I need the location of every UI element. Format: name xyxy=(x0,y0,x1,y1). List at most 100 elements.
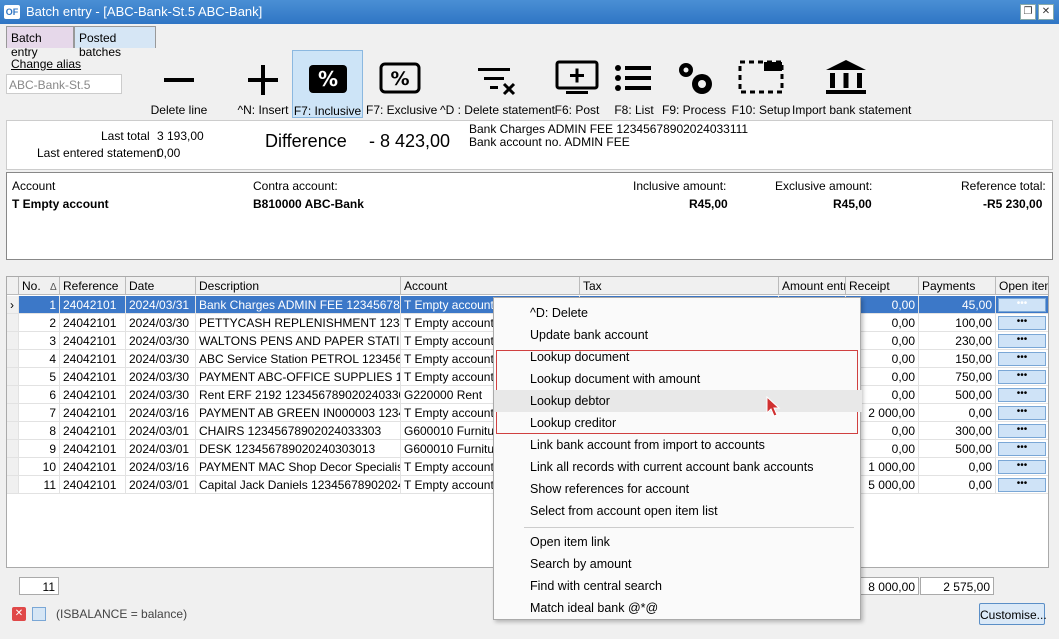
table-cell[interactable]: 10 xyxy=(19,458,60,476)
menu-item[interactable]: Link all records with current account ba… xyxy=(494,456,862,478)
table-cell[interactable]: PAYMENT AB GREEN IN000003 123456 xyxy=(196,404,401,422)
table-cell[interactable]: 100,00 xyxy=(919,314,996,332)
table-cell[interactable]: 24042101 xyxy=(60,350,126,368)
table-cell[interactable]: 24042101 xyxy=(60,476,126,494)
menu-item[interactable]: Link bank account from import to account… xyxy=(494,434,862,456)
col-date[interactable]: Date xyxy=(126,277,196,295)
table-cell[interactable]: 2024/03/01 xyxy=(126,476,196,494)
col-payments[interactable]: Payments xyxy=(919,277,996,295)
table-cell[interactable]: 2024/03/16 xyxy=(126,458,196,476)
menu-item[interactable]: Open item link xyxy=(494,531,862,553)
table-cell[interactable]: 2024/03/16 xyxy=(126,404,196,422)
alias-field[interactable]: ABC-Bank-St.5 xyxy=(6,74,122,94)
col-account[interactable]: Account xyxy=(401,277,580,295)
table-cell[interactable]: 150,00 xyxy=(919,350,996,368)
table-cell[interactable]: 9 xyxy=(19,440,60,458)
table-cell[interactable]: 750,00 xyxy=(919,368,996,386)
col-open-item[interactable]: Open item xyxy=(996,277,1048,295)
import-bank-statement-button[interactable]: Import bank statement xyxy=(792,50,911,118)
table-cell[interactable]: 4 xyxy=(19,350,60,368)
table-cell[interactable]: 24042101 xyxy=(60,314,126,332)
table-cell[interactable]: 500,00 xyxy=(919,386,996,404)
table-cell[interactable]: 24042101 xyxy=(60,404,126,422)
delete-statement-button[interactable]: ^D : Delete statement xyxy=(440,50,555,118)
table-cell[interactable]: 2024/03/30 xyxy=(126,314,196,332)
open-item-button[interactable]: ••• xyxy=(998,460,1046,474)
inclusive-button[interactable]: % F7: Inclusive xyxy=(292,50,363,118)
list-button[interactable]: F8: List xyxy=(608,50,660,118)
table-cell[interactable]: 24042101 xyxy=(60,332,126,350)
table-cell[interactable]: PAYMENT ABC-OFFICE SUPPLIES 1234! xyxy=(196,368,401,386)
open-item-button[interactable]: ••• xyxy=(998,478,1046,492)
table-cell[interactable]: 7 xyxy=(19,404,60,422)
table-cell[interactable]: 24042101 xyxy=(60,386,126,404)
menu-item[interactable]: ^D: Delete xyxy=(494,302,862,324)
tab-posted-batches[interactable]: Posted batches xyxy=(74,26,156,59)
table-cell[interactable]: 500,00 xyxy=(919,440,996,458)
open-item-button[interactable]: ••• xyxy=(998,334,1046,348)
table-cell[interactable]: 24042101 xyxy=(60,296,126,314)
process-button[interactable]: F9: Process xyxy=(662,50,726,118)
menu-item[interactable]: Update bank account xyxy=(494,324,862,346)
open-item-button[interactable]: ••• xyxy=(998,424,1046,438)
tab-batch-entry[interactable]: Batch entry xyxy=(6,26,74,59)
open-item-button[interactable]: ••• xyxy=(998,370,1046,384)
menu-item[interactable]: Find with central search xyxy=(494,575,862,597)
table-cell[interactable]: 2024/03/30 xyxy=(126,350,196,368)
filter-checkbox[interactable] xyxy=(32,607,46,621)
table-cell[interactable]: 0,00 xyxy=(919,458,996,476)
table-cell[interactable]: 2024/03/30 xyxy=(126,386,196,404)
delete-line-button[interactable]: Delete line xyxy=(140,50,218,118)
menu-item[interactable]: Lookup debtor xyxy=(494,390,862,412)
setup-button[interactable]: F10: Setup xyxy=(730,50,792,118)
table-cell[interactable]: PETTYCASH REPLENISHMENT 123456 xyxy=(196,314,401,332)
exclusive-button[interactable]: % F7: Exclusive xyxy=(366,50,437,118)
clear-filter-icon[interactable]: ✕ xyxy=(12,607,26,621)
table-cell[interactable]: 11 xyxy=(19,476,60,494)
col-amount-entry[interactable]: Amount entry xyxy=(779,277,846,295)
customise-button[interactable]: Customise... xyxy=(979,603,1047,625)
open-item-button[interactable]: ••• xyxy=(998,442,1046,456)
table-cell[interactable]: 2024/03/01 xyxy=(126,440,196,458)
change-alias-link[interactable]: Change alias xyxy=(11,57,81,71)
col-receipt[interactable]: Receipt xyxy=(846,277,919,295)
insert-button[interactable]: ^N: Insert xyxy=(232,50,294,118)
table-cell[interactable]: CHAIRS 12345678902024033303 xyxy=(196,422,401,440)
table-cell[interactable]: Capital Jack Daniels 12345678902024 xyxy=(196,476,401,494)
col-no[interactable]: No. Δ xyxy=(19,277,60,295)
open-item-button[interactable]: ••• xyxy=(998,406,1046,420)
table-cell[interactable]: Rent ERF 2192 1234567890202403306 xyxy=(196,386,401,404)
menu-item[interactable]: Select from account open item list xyxy=(494,500,862,522)
table-cell[interactable]: Bank Charges ADMIN FEE 12345678902 xyxy=(196,296,401,314)
table-cell[interactable]: WALTONS PENS AND PAPER STATION xyxy=(196,332,401,350)
post-button[interactable]: F6: Post xyxy=(552,50,602,118)
table-cell[interactable]: PAYMENT MAC Shop Decor Specialists xyxy=(196,458,401,476)
table-cell[interactable]: 8 xyxy=(19,422,60,440)
table-cell[interactable]: 24042101 xyxy=(60,422,126,440)
close-button[interactable]: ✕ xyxy=(1038,4,1054,20)
table-cell[interactable]: 2024/03/01 xyxy=(126,422,196,440)
table-cell[interactable]: 2 xyxy=(19,314,60,332)
table-cell[interactable]: 300,00 xyxy=(919,422,996,440)
table-cell[interactable]: 1 xyxy=(19,296,60,314)
menu-item[interactable]: Search by amount xyxy=(494,553,862,575)
col-description[interactable]: Description xyxy=(196,277,401,295)
restore-button[interactable]: ❐ xyxy=(1020,4,1036,20)
table-cell[interactable]: 45,00 xyxy=(919,296,996,314)
open-item-button[interactable]: ••• xyxy=(998,388,1046,402)
table-cell[interactable]: 5 xyxy=(19,368,60,386)
menu-item[interactable]: Show references for account xyxy=(494,478,862,500)
table-cell[interactable]: ABC Service Station PETROL 12345678 xyxy=(196,350,401,368)
table-cell[interactable]: 2024/03/31 xyxy=(126,296,196,314)
table-cell[interactable]: 24042101 xyxy=(60,440,126,458)
open-item-button[interactable]: ••• xyxy=(998,352,1046,366)
table-cell[interactable]: 0,00 xyxy=(919,404,996,422)
col-reference[interactable]: Reference xyxy=(60,277,126,295)
table-cell[interactable]: 0,00 xyxy=(919,476,996,494)
table-cell[interactable]: 230,00 xyxy=(919,332,996,350)
table-cell[interactable]: 2024/03/30 xyxy=(126,368,196,386)
open-item-button[interactable]: ••• xyxy=(998,316,1046,330)
table-cell[interactable]: 2024/03/30 xyxy=(126,332,196,350)
table-cell[interactable]: DESK 123456789020240303013 xyxy=(196,440,401,458)
open-item-button[interactable]: ••• xyxy=(998,298,1046,312)
